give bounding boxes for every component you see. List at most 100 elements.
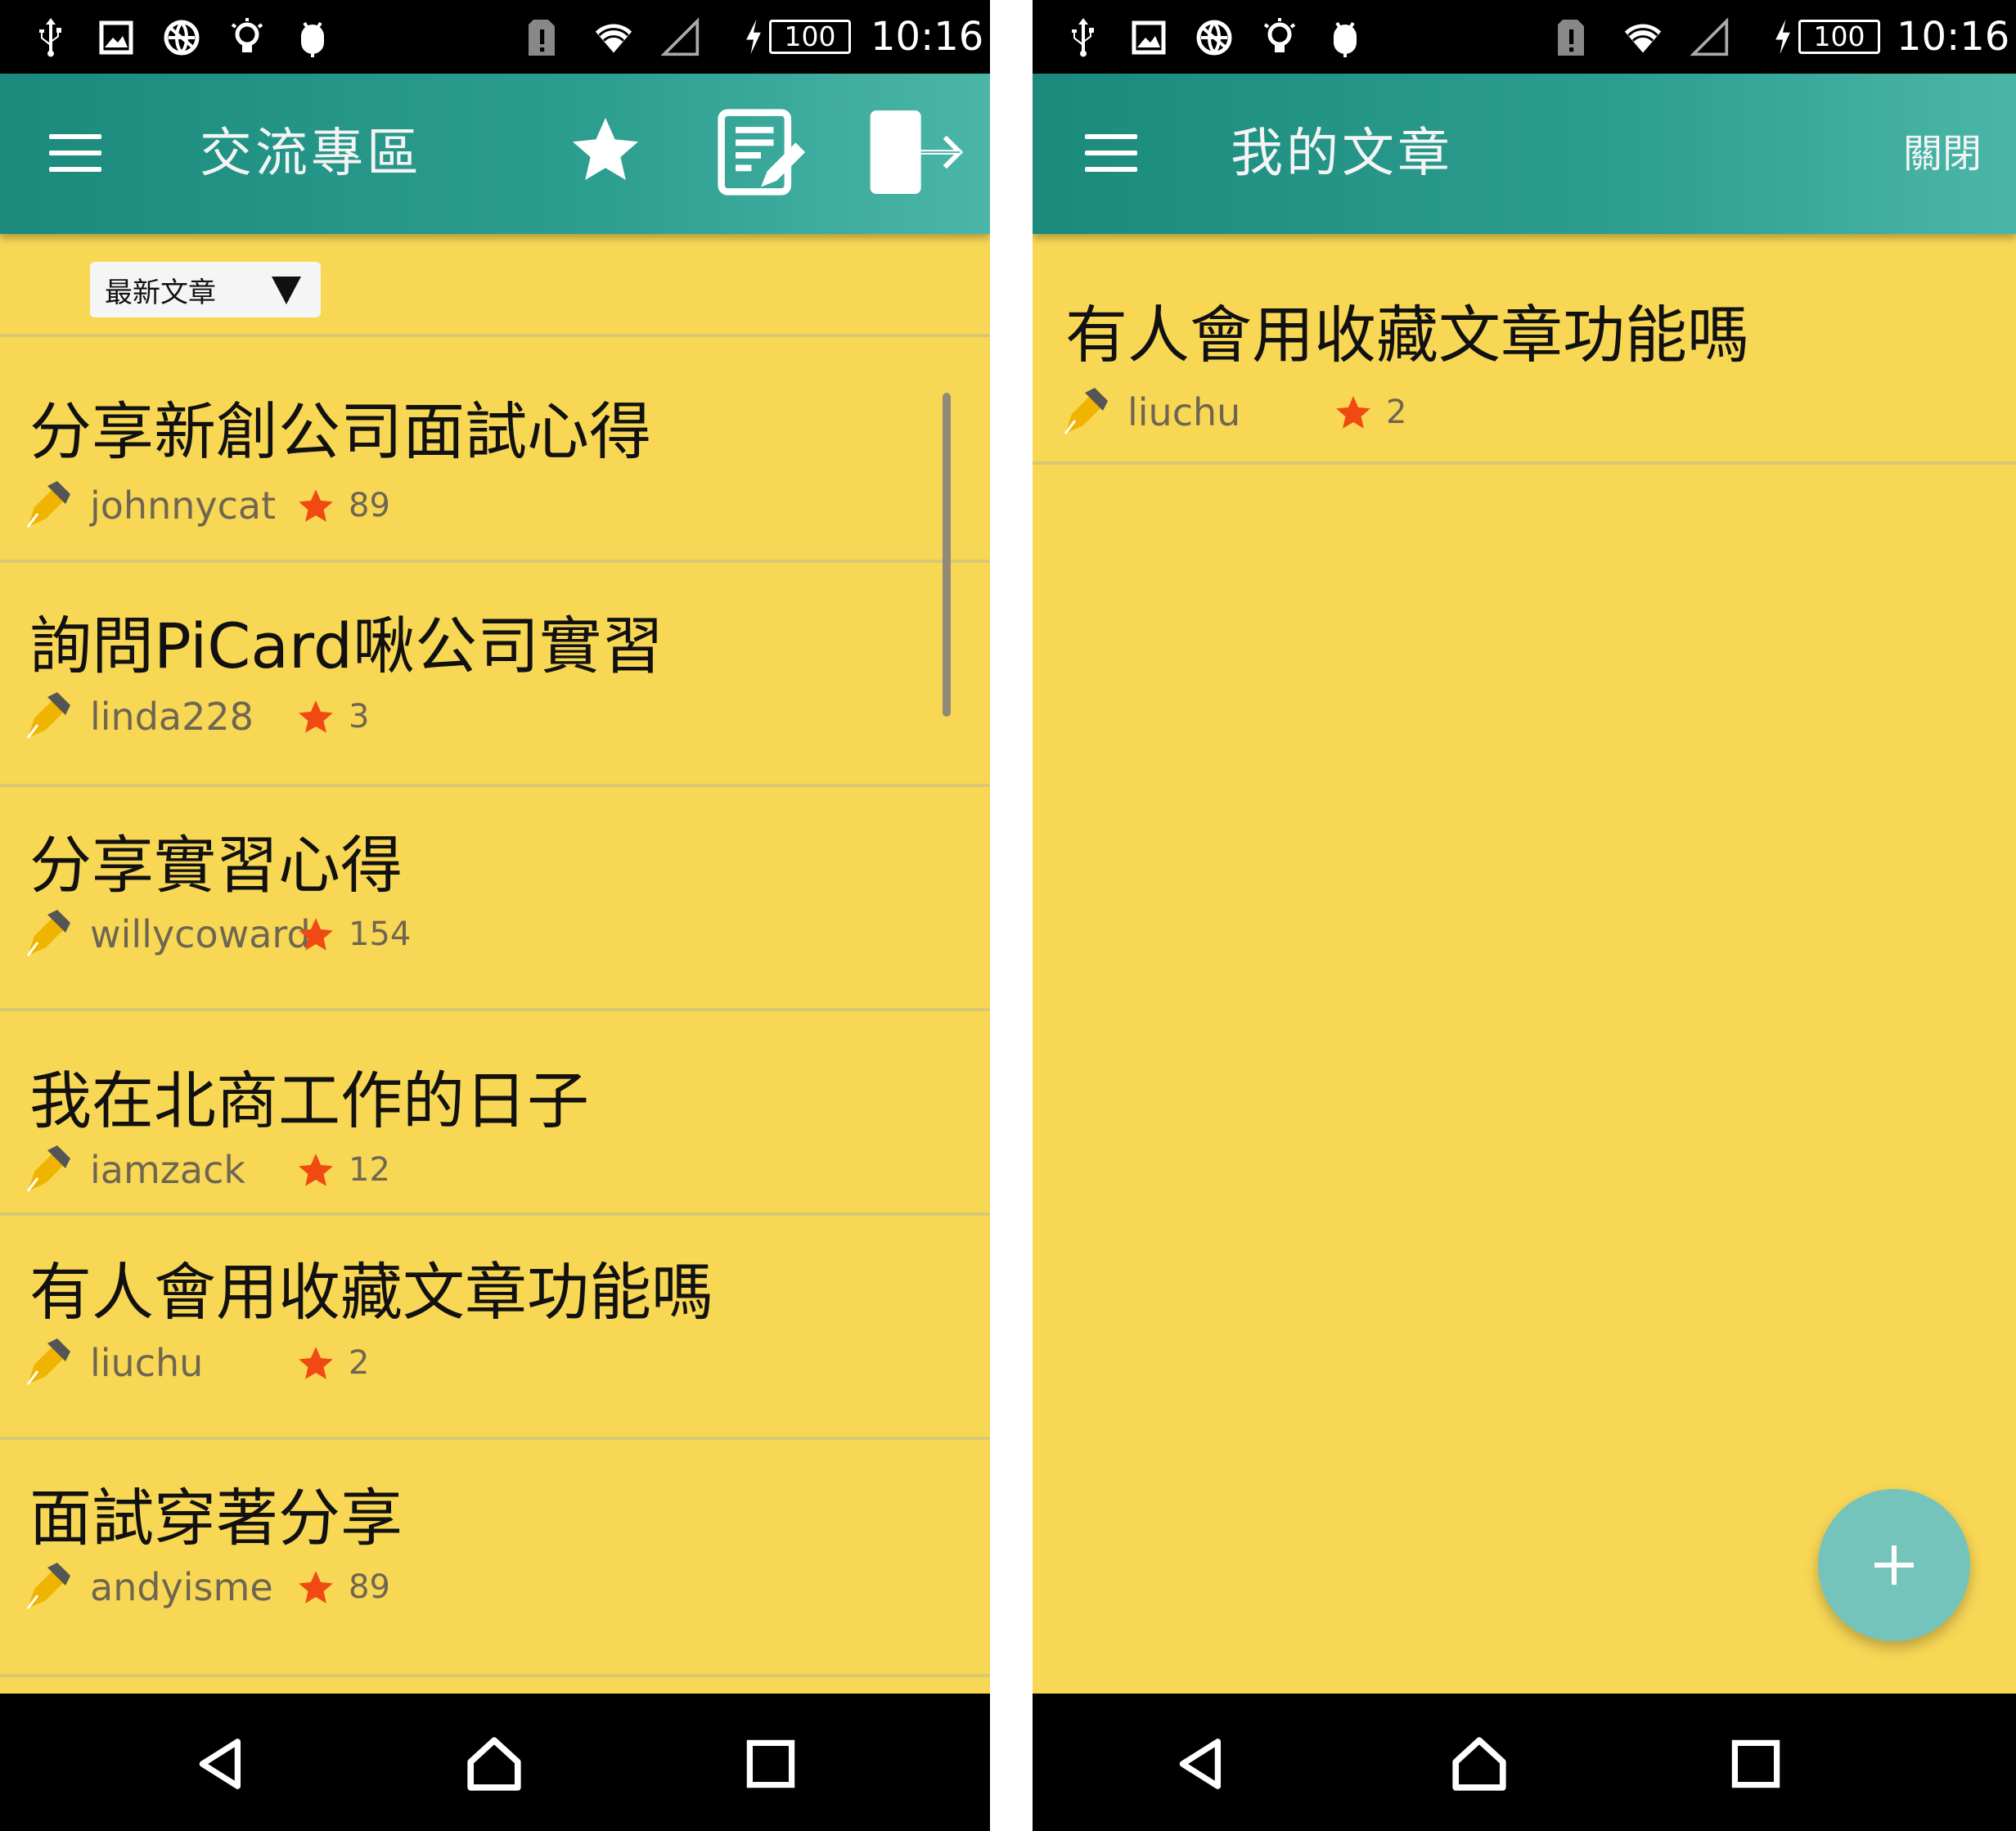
star-icon: [1336, 396, 1370, 429]
post-item[interactable]: 有人會用收藏文章功能嗎 liuchu 2: [1033, 234, 2016, 465]
app-bar: 交流專區: [0, 74, 990, 234]
add-post-button[interactable]: [1818, 1489, 1970, 1641]
post-title: 有人會用收藏文章功能嗎: [29, 1256, 713, 1329]
no-network-icon: [160, 15, 203, 61]
post-author: liuchu: [1127, 390, 1241, 434]
post-star-count: 2: [349, 1344, 370, 1382]
logout-button[interactable]: [867, 105, 969, 200]
post-meta: linda228 3: [25, 692, 515, 741]
wifi-icon: [592, 15, 635, 61]
post-author: johnnycat: [90, 484, 277, 528]
back-icon: [199, 1739, 241, 1789]
post-item[interactable]: 有人會用收藏文章功能嗎 liuchu 2: [0, 1216, 990, 1440]
pen-icon: [1064, 388, 1108, 434]
plus-icon: [1874, 1545, 1914, 1585]
pen-icon: [26, 1563, 70, 1609]
pen-icon: [26, 1145, 70, 1192]
post-author: linda228: [90, 695, 254, 739]
android-icon: [1324, 15, 1366, 61]
usb-icon: [29, 15, 72, 61]
sort-bar: 最新文章: [0, 234, 990, 337]
scrollbar[interactable]: [943, 393, 951, 717]
post-meta: andyisme 89: [25, 1563, 515, 1612]
image-icon: [1127, 15, 1170, 61]
back-button[interactable]: [187, 1730, 255, 1798]
star-icon: [573, 118, 638, 180]
battery-level: 100: [769, 20, 851, 54]
app-bar: 我的文章 關閉: [1033, 74, 2016, 234]
post-meta: johnnycat 89: [25, 481, 515, 530]
navigation-bar: [1033, 1694, 2016, 1831]
post-title: 詢問PiCard啾公司實習: [29, 610, 664, 682]
wifi-icon: [1622, 15, 1664, 61]
post-meta: liuchu 2: [1062, 388, 1553, 437]
post-item[interactable]: 詢問PiCard啾公司實習 linda228 3: [0, 563, 990, 787]
sim-alert-icon: [1550, 15, 1592, 61]
recents-icon: [1731, 1739, 1780, 1788]
clock: 10:16: [1897, 14, 2010, 60]
left-screen: 100 10:16 交流專區 最新文章 分享新創公司面試心得 johnnycat…: [0, 0, 990, 1831]
page-title: 我的文章: [1231, 124, 1453, 184]
write-post-button[interactable]: [712, 103, 810, 201]
post-item[interactable]: 分享新創公司面試心得 johnnycat 89: [0, 337, 990, 563]
post-meta: willycoward 154: [25, 910, 515, 959]
right-screen: 100 10:16 我的文章 關閉 有人會用收藏文章功能嗎 liuchu 2: [1033, 0, 2016, 1831]
status-bar: 100 10:16: [0, 0, 990, 74]
home-icon: [1452, 1737, 1506, 1791]
post-meta: iamzack 12: [25, 1145, 515, 1194]
post-title: 面試穿著分享: [29, 1482, 403, 1554]
menu-button[interactable]: [1082, 129, 1141, 178]
dropdown-arrow-icon: [272, 277, 301, 304]
recents-button[interactable]: [736, 1730, 805, 1798]
post-meta: liuchu 2: [25, 1338, 515, 1388]
pen-icon: [26, 692, 70, 739]
post-item[interactable]: 面試穿著分享 andyisme 89: [0, 1440, 990, 1677]
sort-dropdown[interactable]: 最新文章: [90, 262, 321, 317]
star-icon: [299, 700, 333, 733]
star-icon: [299, 918, 333, 951]
clock: 10:16: [871, 14, 984, 60]
post-star-count: 154: [349, 916, 412, 953]
post-item[interactable]: 我在北商工作的日子 iamzack 12: [0, 1011, 990, 1216]
sim-alert-icon: [520, 15, 563, 61]
post-author: andyisme: [90, 1565, 273, 1609]
sort-selected-label: 最新文章: [105, 276, 216, 309]
signal-icon: [659, 15, 702, 61]
home-button[interactable]: [1445, 1730, 1514, 1798]
post-author: iamzack: [90, 1148, 246, 1192]
page-title: 交流專區: [200, 124, 422, 184]
recents-button[interactable]: [1721, 1730, 1790, 1798]
post-title: 分享新創公司面試心得: [29, 395, 651, 468]
close-button[interactable]: 關閉: [1903, 126, 1982, 182]
star-icon: [299, 1347, 333, 1379]
pen-icon: [26, 1338, 70, 1385]
edit-note-icon: [718, 109, 806, 196]
star-icon: [299, 489, 333, 522]
pen-icon: [26, 910, 70, 956]
android-icon: [291, 15, 334, 61]
recents-icon: [746, 1739, 795, 1788]
menu-button[interactable]: [46, 129, 105, 178]
post-author: liuchu: [90, 1341, 204, 1385]
back-icon: [1179, 1739, 1222, 1789]
no-network-icon: [1193, 15, 1235, 61]
image-icon: [95, 15, 137, 61]
home-button[interactable]: [460, 1730, 529, 1798]
logout-icon: [870, 110, 964, 195]
post-star-count: 3: [349, 698, 370, 736]
usb-icon: [1062, 15, 1105, 61]
star-icon: [299, 1571, 333, 1604]
battery-level: 100: [1798, 20, 1880, 54]
charging-icon: [1775, 19, 1790, 55]
back-button[interactable]: [1167, 1730, 1235, 1798]
pen-icon: [26, 481, 70, 528]
post-star-count: 2: [1386, 394, 1407, 431]
home-icon: [467, 1737, 521, 1791]
post-title: 分享實習心得: [29, 829, 403, 902]
navigation-bar: [0, 1694, 990, 1831]
favorites-button[interactable]: [565, 110, 646, 191]
post-author: willycoward: [90, 912, 311, 956]
post-item[interactable]: 分享實習心得 willycoward 154: [0, 787, 990, 1011]
battery-indicator: 100: [1772, 16, 1880, 57]
battery-indicator: 100: [743, 16, 851, 57]
